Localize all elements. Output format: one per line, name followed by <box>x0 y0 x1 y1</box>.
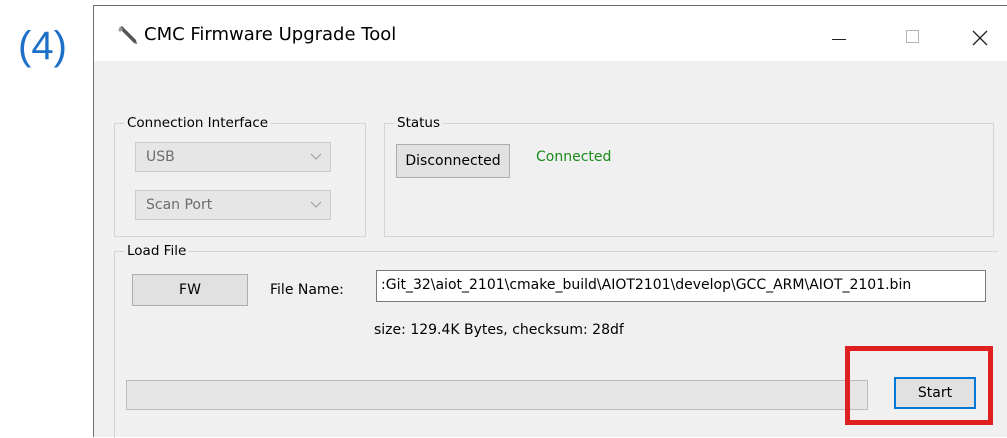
minimize-button[interactable] <box>822 16 862 56</box>
maximize-button[interactable] <box>894 16 934 56</box>
connection-status-text: Connected <box>536 149 612 165</box>
highlight-box <box>845 346 993 425</box>
disconnect-button[interactable]: Disconnected <box>396 144 510 178</box>
port-select-value: Scan Port <box>146 197 213 213</box>
status-group: Status <box>384 115 994 237</box>
close-button[interactable] <box>960 16 1000 56</box>
group-title-connection: Connection Interface <box>124 115 272 131</box>
connection-interface-group: Connection Interface USB Scan Port <box>114 115 366 237</box>
chevron-down-icon <box>310 201 322 208</box>
window-title: CMC Firmware Upgrade Tool <box>144 24 397 45</box>
wrench-icon <box>118 26 137 44</box>
chevron-down-icon <box>310 153 322 160</box>
fw-button[interactable]: FW <box>132 274 248 306</box>
upgrade-progress-bar <box>126 380 868 410</box>
file-name-label: File Name: <box>270 282 344 298</box>
interface-select-value: USB <box>146 149 175 165</box>
step-label: (4) <box>18 24 67 68</box>
group-title-load-file: Load File <box>124 243 190 259</box>
port-select[interactable]: Scan Port <box>135 190 331 220</box>
title-bar: CMC Firmware Upgrade Tool <box>94 6 1007 61</box>
file-name-field[interactable]: :Git_32\aiot_2101\cmake_build\AIOT2101\d… <box>376 270 986 302</box>
file-info-text: size: 129.4K Bytes, checksum: 28df <box>374 322 624 338</box>
interface-select[interactable]: USB <box>135 142 331 172</box>
close-icon <box>972 30 988 46</box>
group-title-status: Status <box>394 115 444 131</box>
